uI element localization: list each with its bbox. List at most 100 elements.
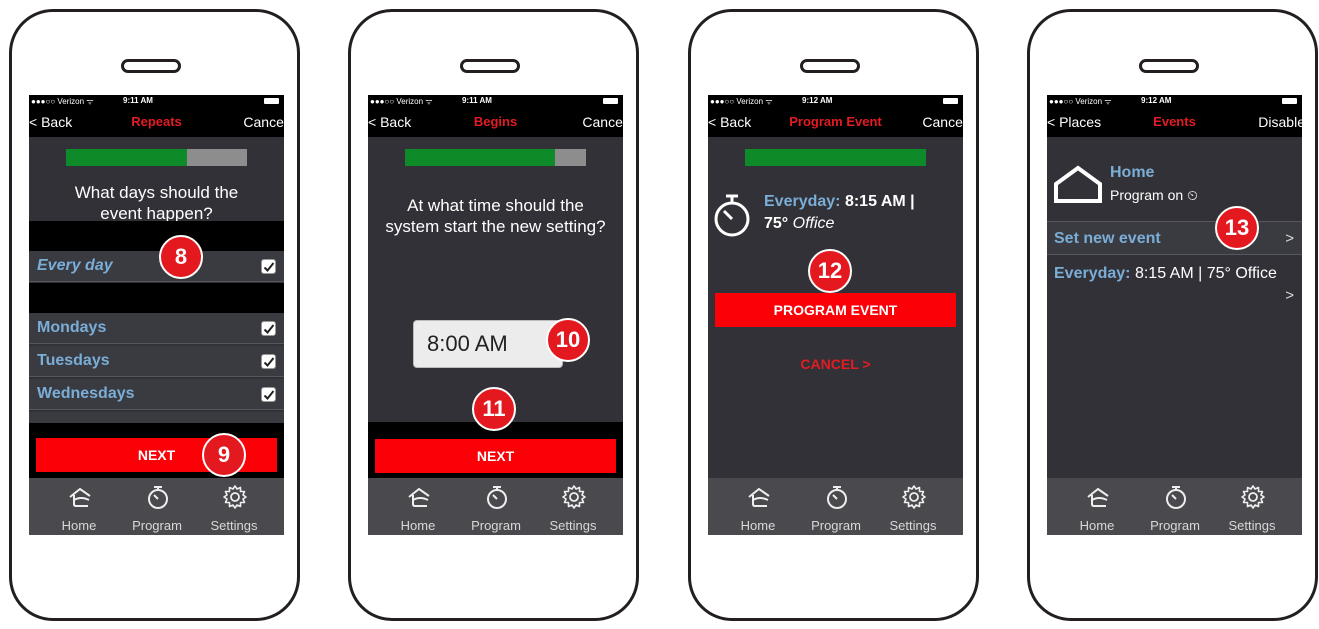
tab-settings[interactable]: Settings [878,480,948,534]
phone-frame-4: ●●●○○ Verizon ᯤ 9:12 AM < Places Events … [1027,9,1318,621]
house-icon [1054,165,1102,203]
summary-temp: 75° [764,215,789,232]
step-badge: 11 [472,387,516,431]
home-icon [1087,487,1109,507]
tab-settings[interactable]: Settings [538,480,608,534]
time-value: 8:00 AM [427,331,508,356]
next-button[interactable]: NEXT [375,439,616,473]
tab-program[interactable]: Program [122,480,192,534]
day-checkbox[interactable] [261,321,276,336]
tab-bar: Home Program Settings [29,478,284,535]
tab-label: Settings [210,518,258,533]
chevron-right-icon: > [1285,287,1294,304]
list-item-mondays[interactable]: Mondays [29,313,284,344]
every-day-checkbox[interactable] [261,259,276,274]
top-bar: ●●●○○ Verizon ᯤ 9:12 AM < Back Program E… [708,95,963,137]
summary-line-1: Everyday: 8:15 AM | [764,193,915,211]
tab-label: Settings [1228,518,1276,533]
question-text: At what time should the system start the… [385,196,606,236]
carrier-status: ●●●○○ Verizon ᯤ [370,97,433,106]
progress-bar [745,149,926,166]
program-status: Program on ⏲ [1110,187,1198,203]
day-label: Tuesdays [37,352,110,369]
cancel-button[interactable]: Cancel [243,114,284,130]
gear-icon [902,485,926,509]
tab-bar: Home Program Settings [708,478,963,535]
phone-frame-3: ●●●○○ Verizon ᯤ 9:12 AM < Back Program E… [688,9,979,621]
timer-icon [487,486,507,509]
tab-home[interactable]: Home [383,480,453,534]
tab-label: Settings [889,518,937,533]
phone-speaker [460,59,520,73]
tab-label: Home [400,518,436,533]
screen-program-event: ●●●○○ Verizon ᯤ 9:12 AM < Back Program E… [708,95,963,535]
nav-bar: < Places Events Disable [1047,114,1302,132]
event-prefix: Everyday: [1054,265,1131,282]
battery-icon [1282,98,1297,104]
phone-frame-2: ●●●○○ Verizon ᯤ 9:11 AM < Back Begins Ca… [348,9,639,621]
tab-label: Settings [549,518,597,533]
carrier-status: ●●●○○ Verizon ᯤ [710,97,773,106]
tab-bar: Home Program Settings [368,478,623,535]
section-divider [29,283,284,313]
disable-button[interactable]: Disable [1258,114,1302,130]
progress-fill [745,149,926,166]
timer-icon [714,194,750,237]
battery-icon [943,98,958,104]
nav-bar: < Back Begins Cancel [368,114,623,132]
gear-icon [223,485,247,509]
top-bar: ●●●○○ Verizon ᯤ 9:12 AM < Places Events … [1047,95,1302,137]
tab-label: Program [132,518,182,533]
program-event-button[interactable]: PROGRAM EVENT [715,293,956,327]
phone-speaker [121,59,181,73]
tab-home[interactable]: Home [723,480,793,534]
tab-home[interactable]: Home [44,480,114,534]
tab-home[interactable]: Home [1062,480,1132,534]
gear-icon [1241,485,1265,509]
timer-icon [827,486,847,509]
screen-events: ●●●○○ Verizon ᯤ 9:12 AM < Places Events … [1047,95,1302,535]
step-badge: 8 [159,235,203,279]
list-item-tuesdays[interactable]: Tuesdays [29,346,284,377]
tab-settings[interactable]: Settings [199,480,269,534]
day-label: Wednesdays [37,385,135,402]
step-badge: 9 [202,433,246,477]
list-item-every-day[interactable]: Every day [29,251,284,282]
progress-bar [405,149,586,166]
cancel-link[interactable]: CANCEL > [708,356,963,372]
tab-settings[interactable]: Settings [1217,480,1287,534]
nav-bar: < Back Program Event Cancel [708,114,963,132]
cancel-button[interactable]: Cancel [922,114,963,130]
event-details: 8:15 AM | 75° Office [1134,265,1277,282]
question-text: What days should the event happen? [74,183,239,223]
tab-program[interactable]: Program [801,480,871,534]
summary-line-2: 75° Office [764,215,834,233]
set-new-event-row[interactable]: Set new event > [1047,221,1302,255]
day-checkbox[interactable] [261,354,276,369]
carrier-status: ●●●○○ Verizon ᯤ [31,97,94,106]
step-badge: 13 [1215,206,1259,250]
phone-speaker [800,59,860,73]
event-list-item[interactable]: Everyday: 8:15 AM | 75° Office [1054,263,1284,285]
time-picker[interactable]: 8:00 AM [413,320,563,368]
summary-place: Office [792,215,835,232]
clock: 9:11 AM [123,96,153,105]
screen-repeats: ●●●○○ Verizon ᯤ 9:11 AM < Back Repeats C… [29,95,284,535]
tab-label: Program [811,518,861,533]
tab-program[interactable]: Program [1140,480,1210,534]
screen-begins: ●●●○○ Verizon ᯤ 9:11 AM < Back Begins Ca… [368,95,623,535]
set-new-event-label: Set new event [1054,230,1161,247]
timer-icon [1166,486,1186,509]
day-checkbox[interactable] [261,387,276,402]
tab-label: Home [1079,518,1115,533]
summary-time: 8:15 AM | [844,193,915,210]
clock: 9:11 AM [462,96,492,105]
home-icon [748,487,770,507]
list-item-wednesdays[interactable]: Wednesdays [29,379,284,410]
cancel-button[interactable]: Cancel [582,114,623,130]
carrier-status: ●●●○○ Verizon ᯤ [1049,97,1112,106]
timer-icon [148,486,168,509]
battery-icon [264,98,279,104]
tab-program[interactable]: Program [461,480,531,534]
gear-icon [562,485,586,509]
